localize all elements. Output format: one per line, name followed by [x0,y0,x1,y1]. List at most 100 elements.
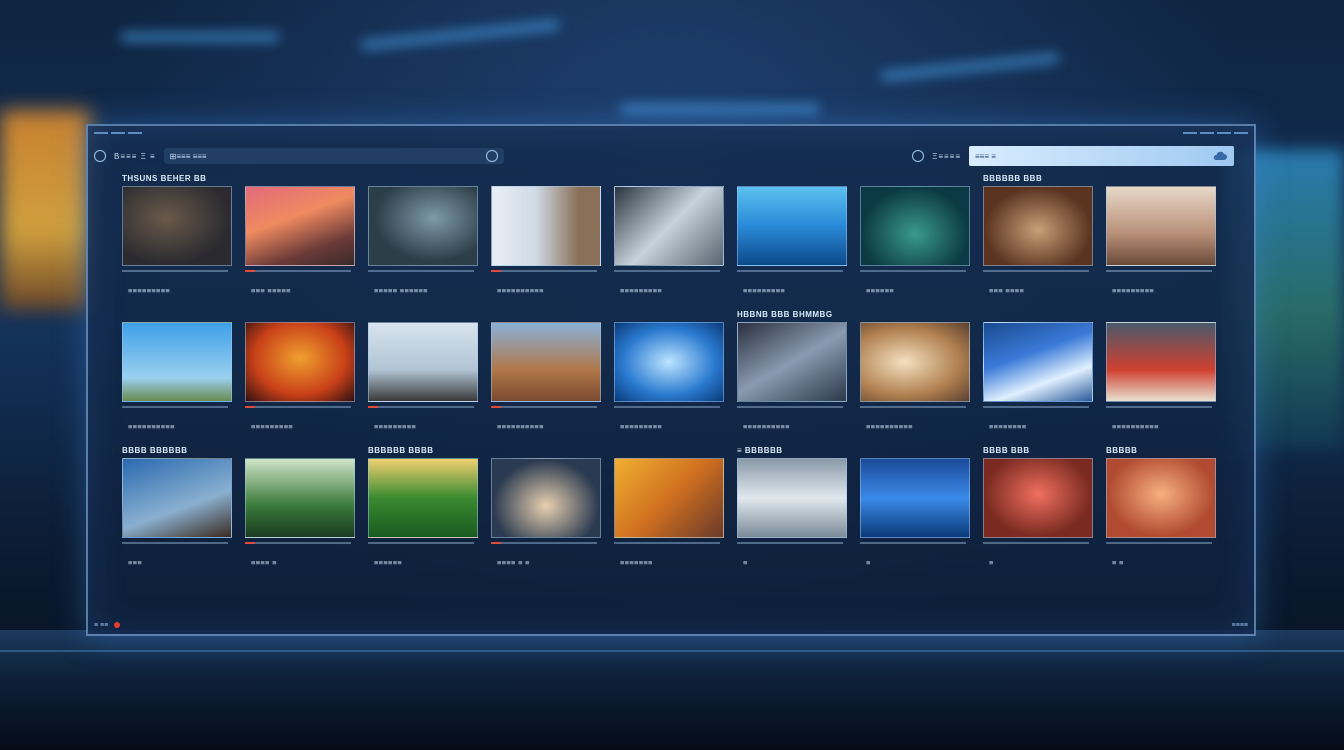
card-heading: BBBBB [1106,446,1138,455]
card-caption[interactable]: ≡≡≡≡ ≡ ≡ [497,558,530,567]
thumbnail-image[interactable] [983,322,1093,402]
media-card[interactable]: ≡≡≡≡≡≡≡≡≡ [610,312,726,448]
media-card[interactable]: ≡≡≡≡≡≡≡≡≡ [1102,176,1218,312]
card-caption[interactable]: ≡≡≡≡≡≡≡≡≡≡ [128,422,175,431]
card-caption[interactable]: ≡≡≡≡≡≡≡≡≡ [374,422,416,431]
thumbnail-image[interactable] [737,322,847,402]
media-card[interactable]: ≡≡≡≡≡ ≡≡≡≡≡≡ [364,176,480,312]
media-card[interactable]: ≡≡≡≡ ≡ [241,448,357,584]
card-caption[interactable]: ≡≡≡≡≡ ≡≡≡≡≡≡ [374,286,428,295]
thumbnail-image[interactable] [983,458,1093,538]
thumbnail-image[interactable] [122,322,232,402]
card-caption[interactable]: ≡≡≡≡ ≡ [251,558,277,567]
thumbnail-image[interactable] [737,186,847,266]
media-card[interactable]: ≡≡≡≡≡≡≡≡ [979,312,1095,448]
card-meta-line [368,270,474,272]
thumbnail-image[interactable] [860,322,970,402]
card-meta-line [614,270,720,272]
media-card[interactable]: ≡≡≡ ≡≡≡≡≡ [241,176,357,312]
thumbnail-image[interactable] [860,458,970,538]
card-meta-line [1106,270,1212,272]
card-caption[interactable]: ≡≡≡≡≡≡≡≡≡≡ [1112,422,1159,431]
thumbnail-image[interactable] [1106,458,1216,538]
card-caption[interactable]: ≡≡≡≡≡≡≡≡≡≡ [497,422,544,431]
thumbnail-image[interactable] [614,458,724,538]
card-caption[interactable]: ≡≡≡≡≡≡ [866,286,894,295]
media-card[interactable]: ≡≡≡≡≡≡≡ [610,448,726,584]
media-card[interactable]: THSUNS BEHER BB ≡≡≡≡≡≡≡≡≡ [118,174,234,312]
thumbnail-image[interactable] [1106,186,1216,266]
window-top-strip [88,126,1254,140]
thumbnail-image[interactable] [368,186,478,266]
thumbnail-image[interactable] [122,458,232,538]
thumbnail-image[interactable] [245,186,355,266]
media-card[interactable]: ≡≡≡≡≡≡≡≡≡ [733,176,849,312]
signin-label[interactable]: Ξ≡≡≡≡ [932,152,961,161]
media-card[interactable]: ≡≡≡≡≡≡≡≡≡ [610,176,726,312]
media-card[interactable]: ≡≡≡≡≡≡≡≡≡ [364,312,480,448]
card-caption[interactable]: ≡ [743,558,748,567]
card-caption[interactable]: ≡≡≡≡≡≡≡≡≡ [128,286,170,295]
card-caption[interactable]: ≡≡≡≡≡≡≡≡≡ [620,422,662,431]
refresh-icon[interactable] [485,150,498,162]
thumbnail-image[interactable] [1106,322,1216,402]
media-card[interactable]: ≡ [856,448,972,584]
address-bar[interactable]: ⊞≡≡≡ ≡≡≡ [163,148,504,164]
thumbnail-image[interactable] [491,322,601,402]
menu-bar[interactable]: B≡≡≡ Ξ ≡ [114,152,156,161]
status-text-right: ≡≡≡≡ [1231,621,1248,629]
media-card[interactable]: BBBBB ≡ ≡ [1102,446,1218,584]
media-card[interactable]: ≡ BBBBBB ≡ [733,446,849,584]
thumbnail-image[interactable] [122,186,232,266]
media-card[interactable]: ≡≡≡≡≡≡≡≡≡≡ [856,312,972,448]
media-card[interactable]: ≡≡≡≡≡≡≡≡≡≡ [118,312,234,448]
media-card[interactable]: BBBB BBBBBB ≡≡≡ [118,446,234,584]
media-card[interactable]: ≡≡≡≡≡≡≡≡≡≡ [1102,312,1218,448]
thumbnail-image[interactable] [983,186,1093,266]
search-input[interactable]: ≡≡≡ ≡ [969,146,1234,166]
media-card[interactable]: ≡≡≡≡≡≡ [856,176,972,312]
card-caption[interactable]: ≡≡≡≡≡≡≡≡≡≡ [497,286,544,295]
thumbnail-image[interactable] [491,186,601,266]
media-card[interactable]: HBBNB BBB BHMMBG ≡≡≡≡≡≡≡≡≡≡ [733,310,849,448]
card-caption[interactable]: ≡≡≡≡≡≡≡≡≡ [743,286,785,295]
thumbnail-image[interactable] [368,458,478,538]
card-caption[interactable]: ≡≡≡ ≡≡≡≡≡ [251,286,291,295]
desk-edge [0,650,1344,652]
monitor-screen: B≡≡≡ Ξ ≡ ⊞≡≡≡ ≡≡≡ Ξ≡≡≡≡ ≡≡≡ ≡ THSUNS BEH… [86,124,1256,636]
card-caption[interactable]: ≡≡≡≡≡≡ [374,558,402,567]
thumbnail-image[interactable] [245,322,355,402]
media-card[interactable]: ≡≡≡≡≡≡≡≡≡ [241,312,357,448]
account-icon[interactable] [912,150,925,162]
media-card[interactable]: ≡≡≡≡≡≡≡≡≡≡ [487,176,603,312]
card-caption[interactable]: ≡≡≡≡≡≡≡ [620,558,653,567]
thumbnail-image[interactable] [491,458,601,538]
thumbnail-image[interactable] [614,186,724,266]
media-grid: THSUNS BEHER BB ≡≡≡≡≡≡≡≡≡ ≡≡≡ ≡≡≡≡≡ ≡≡≡≡≡ ≡… [118,174,1226,584]
card-caption[interactable]: ≡≡≡≡≡≡≡≡≡≡ [743,422,790,431]
card-meta-line [122,270,228,272]
card-meta-line [737,270,843,272]
media-card[interactable]: BBBBBB BBB ≡≡≡ ≡≡≡≡ [979,174,1095,312]
card-caption[interactable]: ≡ [989,558,994,567]
card-caption[interactable]: ≡≡≡≡≡≡≡≡≡≡ [866,422,913,431]
card-caption[interactable]: ≡ [866,558,871,567]
card-caption[interactable]: ≡≡≡≡≡≡≡≡≡ [620,286,662,295]
card-caption[interactable]: ≡ ≡ [1112,558,1124,567]
back-icon[interactable] [94,150,106,162]
media-card[interactable]: ≡≡≡≡≡≡≡≡≡≡ [487,312,603,448]
cloud-icon[interactable] [1212,151,1228,161]
media-card[interactable]: ≡≡≡≡ ≡ ≡ [487,448,603,584]
card-caption[interactable]: ≡≡≡≡≡≡≡≡ [989,422,1026,431]
card-caption[interactable]: ≡≡≡≡≡≡≡≡≡ [251,422,293,431]
media-card[interactable]: BBBBBB BBBB ≡≡≡≡≡≡ [364,446,480,584]
card-caption[interactable]: ≡≡≡ [128,558,142,567]
thumbnail-image[interactable] [614,322,724,402]
thumbnail-image[interactable] [368,322,478,402]
thumbnail-image[interactable] [860,186,970,266]
card-caption[interactable]: ≡≡≡ ≡≡≡≡ [989,286,1024,295]
thumbnail-image[interactable] [245,458,355,538]
card-caption[interactable]: ≡≡≡≡≡≡≡≡≡ [1112,286,1154,295]
thumbnail-image[interactable] [737,458,847,538]
media-card[interactable]: BBBB BBB ≡ [979,446,1095,584]
